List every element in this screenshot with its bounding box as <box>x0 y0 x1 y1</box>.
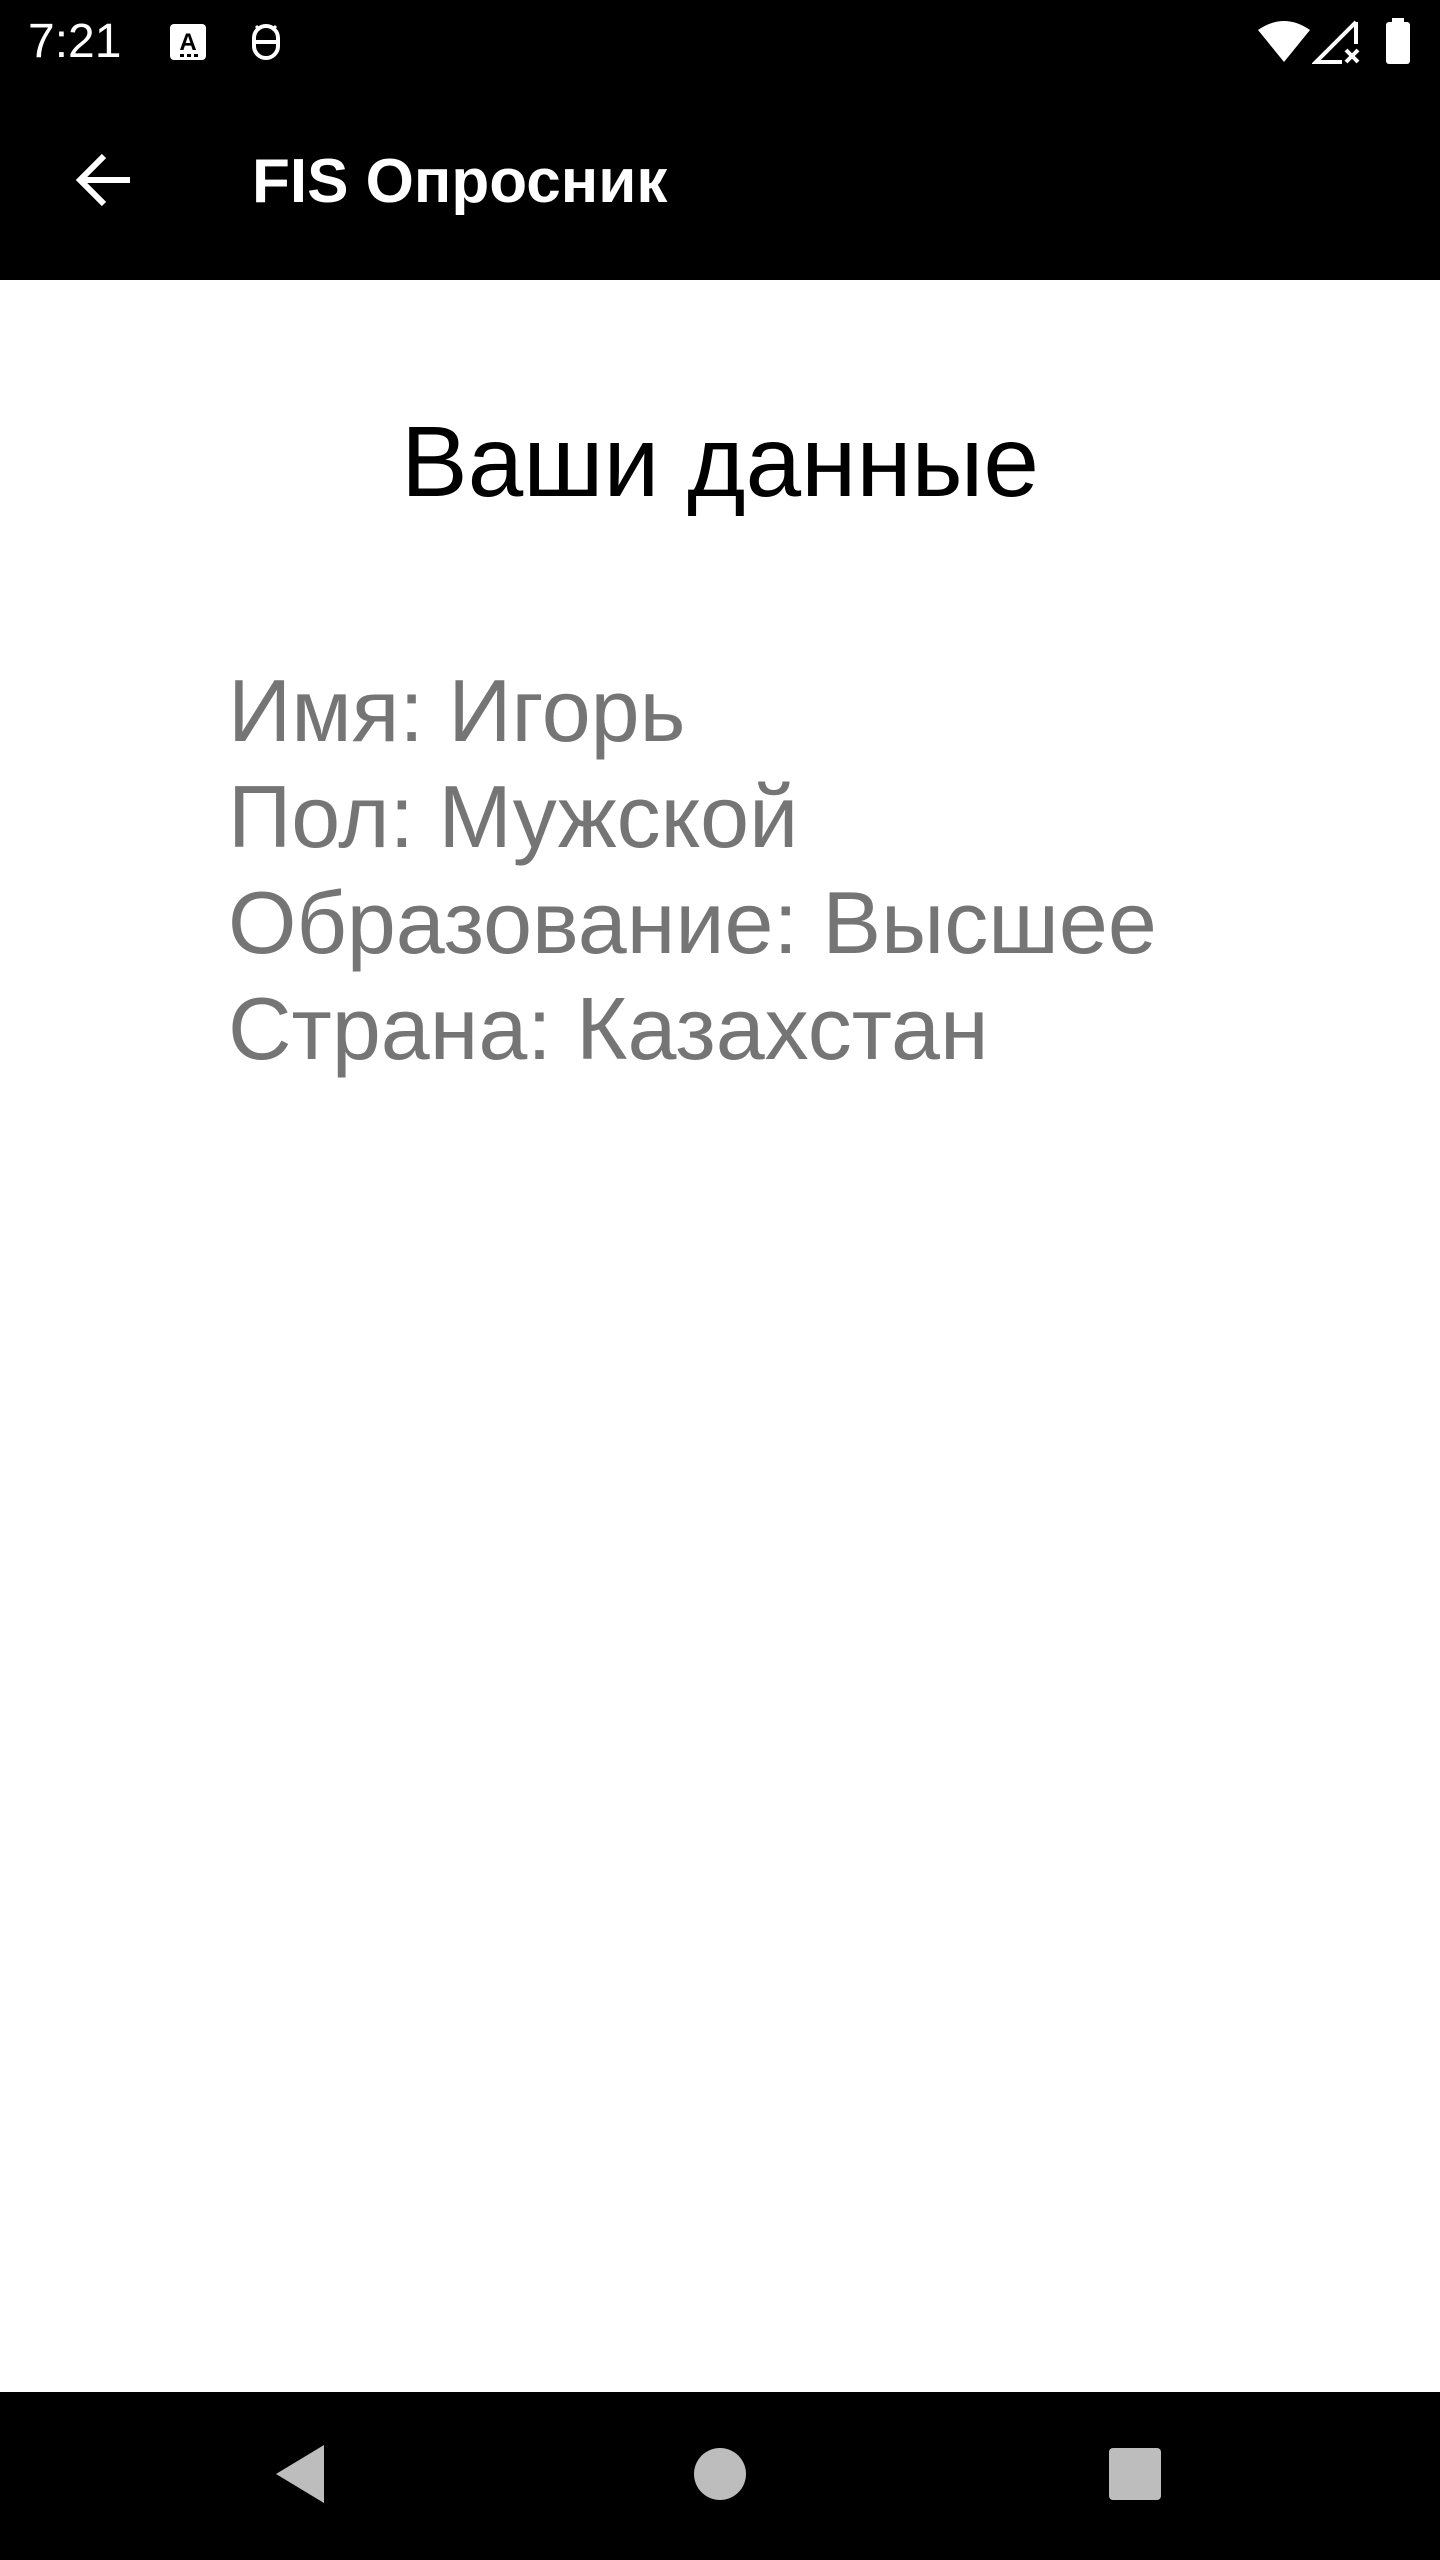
info-gender: Пол: Мужской <box>228 767 799 866</box>
info-name: Имя: Игорь <box>228 661 686 760</box>
status-time: 7:21 <box>28 15 122 68</box>
signal-off-icon <box>1311 18 1364 66</box>
battery-full-icon <box>1378 18 1418 66</box>
arrow-back-icon <box>72 148 136 217</box>
svg-text:A: A <box>179 29 196 56</box>
status-bar: 7:21 A <box>0 0 1440 84</box>
main-content: Ваши данные Имя: Игорь Пол: Мужской Обра… <box>0 280 1440 2390</box>
nav-home-button[interactable] <box>670 2426 770 2526</box>
screen: 7:21 A FIS Опросник Ваши данные Имя: Иго… <box>0 0 1440 2560</box>
nav-back-icon <box>270 2441 330 2512</box>
user-info-list: Имя: Игорь Пол: Мужской Образование: Выс… <box>228 658 1378 1082</box>
wifi-icon <box>1256 18 1312 66</box>
info-country: Страна: Казахстан <box>228 979 989 1078</box>
nav-recents-icon <box>1107 2446 1163 2507</box>
android-debug-icon <box>242 18 290 66</box>
app-bar: FIS Опросник <box>0 84 1440 280</box>
nav-home-icon <box>692 2446 748 2507</box>
info-education: Образование: Высшее <box>228 873 1157 972</box>
back-button[interactable] <box>52 130 156 234</box>
page-title: Ваши данные <box>400 406 1040 518</box>
nav-recents-button[interactable] <box>1085 2426 1185 2526</box>
navigation-bar <box>0 2392 1440 2560</box>
nav-back-button[interactable] <box>250 2426 350 2526</box>
keyboard-a-icon: A <box>166 18 214 66</box>
app-title: FIS Опросник <box>252 147 668 216</box>
